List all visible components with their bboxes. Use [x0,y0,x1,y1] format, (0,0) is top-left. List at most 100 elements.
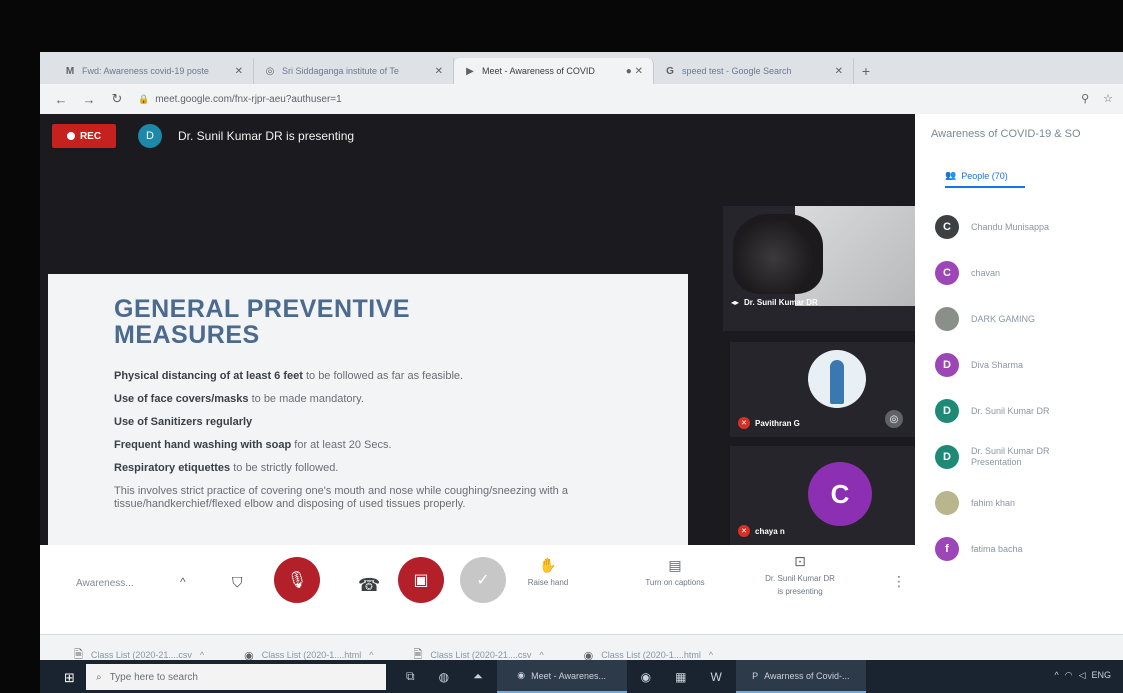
url-field[interactable]: 🔒 meet.google.com/fnx-rjpr-aeu?authuser=… [138,94,342,105]
browser-tab-google[interactable]: G speed test - Google Search ✕ [654,58,854,84]
check-icon: ✓ [476,572,490,589]
person-name: fatima bacha [971,543,1023,554]
windows-taskbar: ⊞ ⌕ Type here to search ⧉ ◍ ⏶ ◉ Meet - A… [40,660,1123,693]
reload-icon[interactable]: ↻ [110,91,124,107]
tab-label: Fwd: Awareness covid-19 poste [82,66,209,76]
tab-people[interactable]: 👥 People (70) [945,170,1008,181]
new-tab-button[interactable]: + [854,58,878,84]
close-icon[interactable]: ● ✕ [626,66,643,77]
avatar: D [935,353,959,377]
slide-body: Physical distancing of at least 6 feet t… [114,370,674,511]
list-item[interactable]: DARK GAMING [935,296,1115,342]
globe-icon: ◎ [265,65,275,77]
chevron-up-icon[interactable]: ^ [180,575,186,589]
edge-icon[interactable]: ◍ [429,660,459,693]
slide-title-line-2: MEASURES [114,321,260,349]
hang-up-icon[interactable]: ☎ [358,575,380,596]
tile-name: ✕ chaya n [738,525,785,537]
chevron-up-icon[interactable]: ^ [539,650,543,660]
volume-icon: ◁ [1078,670,1086,680]
shield-icon[interactable]: ⛉ [232,574,243,591]
participant-tile-presenter[interactable]: ◂▸ Dr. Sunil Kumar DR [723,206,915,331]
side-panel: Awareness of COVID-19 & SO 👥 People (70)… [915,114,1123,634]
taskbar-search-input[interactable]: ⌕ Type here to search [86,664,386,690]
recording-badge: REC [52,124,116,148]
word-icon[interactable]: W [701,660,732,693]
taskbar-app-powerpoint[interactable]: P Awarness of Covid-... [735,660,866,693]
tab-label: Sri Siddaganga institute of Te [282,66,399,76]
browser-tab-meet[interactable]: ▶ Meet - Awareness of COVID ● ✕ [454,58,654,84]
taskbar-apps: ⧉ ◍ ⏶ ◉ Meet - Awarenes... ◉ ▦ W P Awarn… [396,660,866,693]
avatar: D [935,399,959,423]
star-icon[interactable]: ☆ [1103,92,1113,105]
people-icon: 👥 [945,170,957,180]
list-item[interactable]: D Dr. Sunil Kumar DR [935,388,1115,434]
avatar [935,307,959,331]
list-item[interactable]: D Dr. Sunil Kumar DR Presentation [935,434,1115,480]
tile-name: ✕ Pavithran G [738,417,800,429]
avatar: D [935,445,959,469]
key-icon[interactable]: ⚲ [1081,92,1089,105]
chevron-up-icon[interactable]: ^ [200,650,204,660]
hand-icon: ✋ [539,557,557,573]
slide-point: Frequent hand washing with soap for at l… [114,439,392,451]
list-item[interactable]: f fatima bacha [935,526,1115,572]
pdf-reader-icon[interactable]: ⏶ [463,660,493,693]
meet-stage: REC D Dr. Sunil Kumar DR is presenting G… [40,114,915,586]
gmail-icon: M [65,65,75,77]
chevron-up-icon[interactable]: ^ [369,650,373,660]
meeting-details-title[interactable]: Awareness... [76,578,134,589]
taskbar-app-meet[interactable]: ◉ Meet - Awarenes... [496,660,627,693]
task-view-icon[interactable]: ⧉ [396,660,425,693]
list-item[interactable]: D Diva Sharma [935,342,1115,388]
search-icon: ⌕ [96,671,102,683]
participant-tile-chaya[interactable]: C ✕ chaya n [730,446,915,545]
slide-point: Physical distancing of at least 6 feet t… [114,370,464,382]
present-now-button[interactable]: ✓ [460,557,506,603]
windows-start-icon[interactable]: ⊞ [64,670,75,686]
person-name: DARK GAMING [971,313,1036,324]
mic-off-icon: ✕ [738,525,750,537]
chevron-up-icon[interactable]: ^ [709,650,713,660]
participant-photo [808,350,866,408]
camera-toggle-button[interactable]: ▣ [398,557,444,603]
tray-chevron-icon[interactable]: ^ [1054,670,1058,681]
slide-note: This involves strict practice of coverin… [114,485,568,510]
browser-tab-institute[interactable]: ◎ Sri Siddaganga institute of Te ✕ [254,58,454,84]
close-icon[interactable]: ✕ [235,66,243,77]
forward-icon[interactable]: → [82,92,96,107]
slide-point: Use of Sanitizers regularly [114,416,253,428]
participant-tile-pavithran[interactable]: ◎ ✕ Pavithran G [730,342,915,437]
avatar: C [935,261,959,285]
raise-hand-button[interactable]: ✋ Raise hand [518,557,578,587]
slide-title: GENERAL PREVENTIVE MEASURES [114,296,410,348]
tab-label: speed test - Google Search [682,66,792,76]
powerpoint-icon: P [752,670,759,681]
pin-icon[interactable]: ◎ [885,410,903,428]
more-options-icon[interactable]: ⋮ [892,573,906,590]
presenting-button[interactable]: ⊡ Dr. Sunil Kumar DR is presenting [740,553,860,596]
panel-title: Awareness of COVID-19 & SO [931,128,1081,140]
system-tray[interactable]: ^ ◠ ◁ ENG [1054,670,1111,681]
folder-icon[interactable]: ▦ [665,660,696,693]
back-icon[interactable]: ← [54,92,68,107]
captions-icon: ▤ [668,557,682,573]
browser-tab-gmail[interactable]: M Fwd: Awareness covid-19 poste ✕ [54,58,254,84]
mic-toggle-button[interactable]: 🎙 [274,557,320,603]
meet-icon: ▶ [466,65,474,77]
present-screen-icon: ⊡ [794,553,806,569]
close-icon[interactable]: ✕ [435,66,443,77]
language-indicator: ENG [1091,670,1111,680]
avatar: f [935,537,959,561]
participant-video [733,214,823,294]
list-item[interactable]: fahim khan [935,480,1115,526]
chrome-icon[interactable]: ◉ [631,660,661,693]
list-item[interactable]: C Chandu Munisappa [935,204,1115,250]
wifi-icon: ◠ [1064,670,1073,680]
participant-avatar: C [808,462,872,526]
address-bar: ← → ↻ 🔒 meet.google.com/fnx-rjpr-aeu?aut… [40,84,1123,114]
close-icon[interactable]: ✕ [835,66,843,77]
presentation-slide: GENERAL PREVENTIVE MEASURES Physical dis… [48,274,688,586]
list-item[interactable]: C chavan [935,250,1115,296]
captions-button[interactable]: ▤ Turn on captions [620,557,730,587]
